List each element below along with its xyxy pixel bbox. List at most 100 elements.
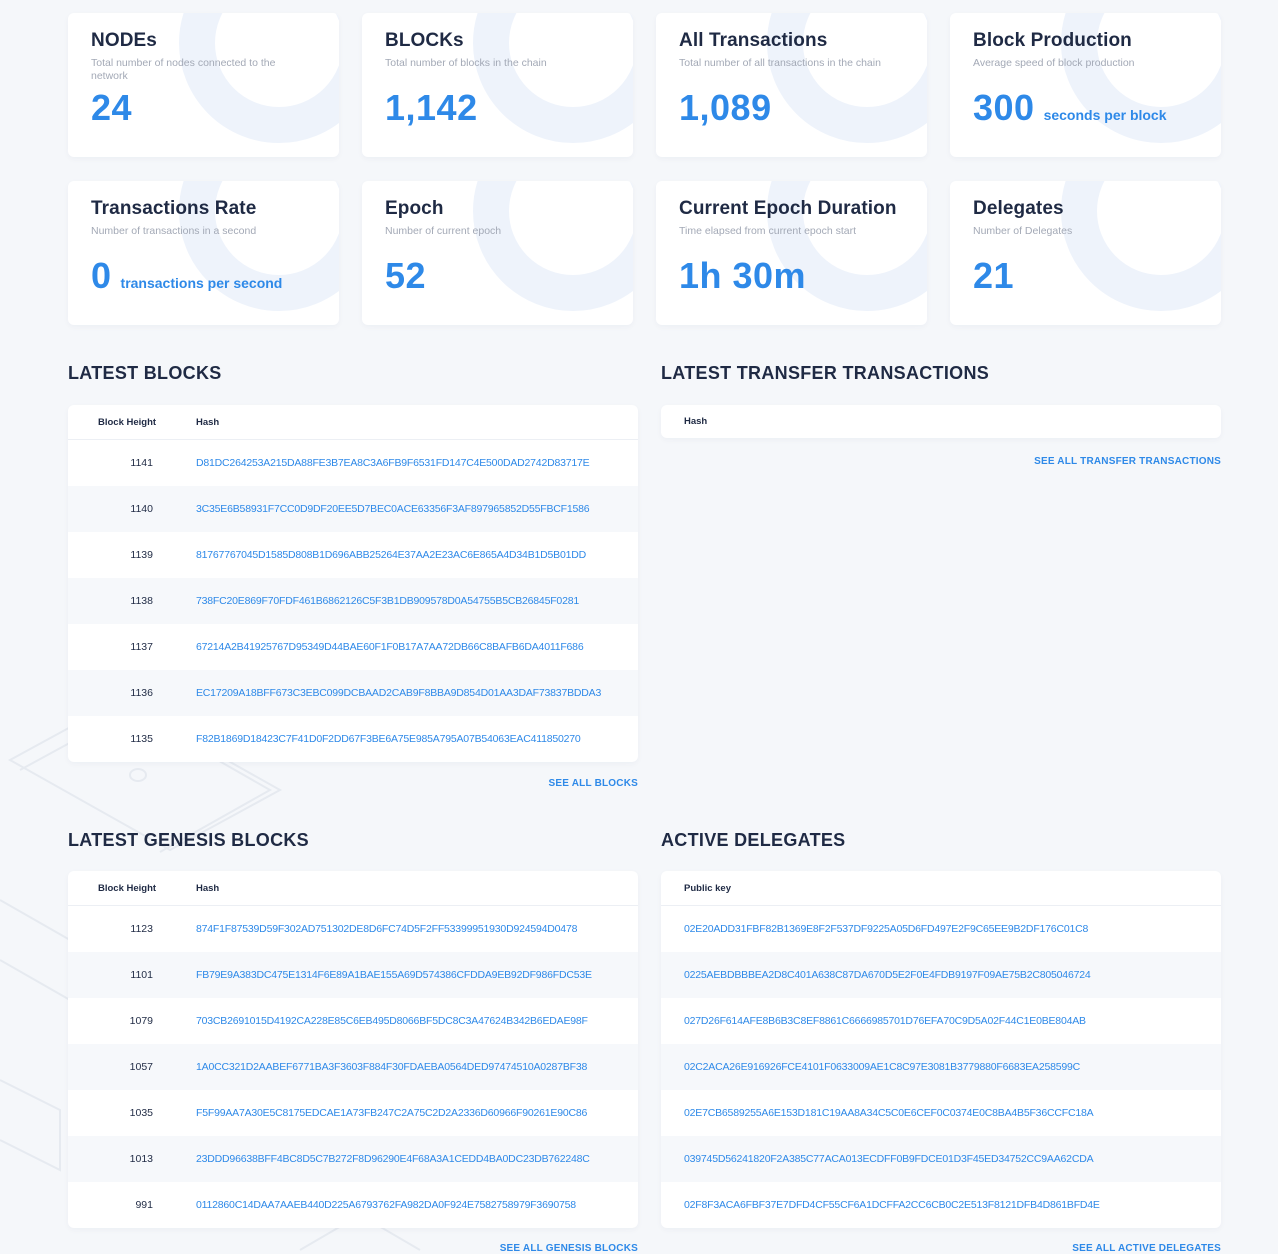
- stat-title: Transactions Rate: [91, 198, 257, 219]
- latest-blocks-title: LATEST BLOCKS: [68, 363, 222, 383]
- block-hash-link[interactable]: D81DC264253A215DA88FE3B7EA8C3A6FB9F6531F…: [196, 457, 590, 469]
- stat-title: NODEs: [91, 30, 157, 51]
- see-all-transfers-link[interactable]: SEE ALL TRANSFER TRANSACTIONS: [921, 456, 1221, 467]
- block-height: 991: [135, 1199, 153, 1211]
- stat-value: 1,089: [679, 87, 772, 128]
- stat-unit: seconds per block: [1043, 107, 1167, 123]
- block-hash-link[interactable]: FB79E9A383DC475E1314F6E89A1BAE155A69D574…: [196, 969, 592, 981]
- stat-value: 0: [91, 255, 112, 296]
- table-row: 1057 1A0CC321D2AABEF6771BA3F3603F884F30FD…: [68, 1044, 638, 1090]
- stat-value: 21: [973, 255, 1015, 296]
- table-body: 1141 D81DC264253A215DA88FE3B7EA8C3A6FB9F6…: [68, 440, 638, 762]
- stat-card-epoch: Epoch Number of current epoch 52: [362, 181, 633, 325]
- delegate-public-key-link[interactable]: 02E7CB6589255A6E153D181C19AA8A34C5C0E6CE…: [661, 1107, 1094, 1119]
- stat-card-all-transactions: All Transactions Total number of all tra…: [656, 13, 927, 157]
- block-hash-link[interactable]: 1A0CC321D2AABEF6771BA3F3603F884F30FDAEBA…: [196, 1061, 587, 1073]
- stat-description: Total number of nodes connected to the n…: [91, 57, 276, 82]
- stat-value: 24: [91, 87, 133, 128]
- block-height: 1136: [130, 687, 153, 699]
- block-hash-link[interactable]: 874F1F87539D59F302AD751302DE8D6FC74D5F2F…: [196, 923, 577, 935]
- stat-description: Number of transactions in a second: [91, 225, 257, 237]
- table-row: 1079 703CB2691015D4192CA228E85C6EB495D806…: [68, 998, 638, 1044]
- see-all-genesis-blocks-link[interactable]: SEE ALL GENESIS BLOCKS: [438, 1243, 638, 1254]
- block-height: 1135: [130, 733, 153, 745]
- stat-unit: transactions per second: [120, 275, 283, 291]
- stat-card-epoch-duration: Current Epoch Duration Time elapsed from…: [656, 181, 927, 325]
- column-header-height: Block Height: [98, 882, 157, 894]
- column-header-hash: Hash: [196, 416, 220, 428]
- block-hash-link[interactable]: 67214A2B41925767D95349D44BAE60F1F0B17A7A…: [196, 641, 584, 653]
- block-hash-link[interactable]: EC17209A18BFF673C3EBC099DCBAAD2CAB9F8BBA…: [196, 687, 601, 699]
- block-hash-link[interactable]: 703CB2691015D4192CA228E85C6EB495D8066BF5…: [196, 1015, 588, 1027]
- stat-title: Delegates: [973, 198, 1064, 219]
- table-body: 1123 874F1F87539D59F302AD751302DE8D6FC74D…: [68, 906, 638, 1228]
- table-row: 1135 F82B1869D18423C7F41D0F2DD67F3BE6A75E…: [68, 716, 638, 762]
- table-row: 1141 D81DC264253A215DA88FE3B7EA8C3A6FB9F6…: [68, 440, 638, 486]
- stat-card-nodes: NODEs Total number of nodes connected to…: [68, 13, 339, 157]
- column-header-hash: Hash: [684, 416, 708, 427]
- block-height: 1057: [129, 1061, 153, 1073]
- block-hash-link[interactable]: 0112860C14DAA7AAEB440D225A6793762FA982DA…: [196, 1199, 576, 1211]
- table-row: 02E20ADD31FBF82B1369E8F2F537DF9225A05D6F…: [661, 906, 1221, 952]
- delegate-public-key-link[interactable]: 02C2ACA26E916926FCE4101F0633009AE1C8C97E…: [661, 1061, 1080, 1073]
- genesis-blocks-table: Block Height Hash 1123 874F1F87539D59F302…: [68, 871, 638, 1228]
- see-all-blocks-link[interactable]: SEE ALL BLOCKS: [438, 778, 638, 789]
- table-header: Block Height Hash: [68, 871, 638, 906]
- delegate-public-key-link[interactable]: 0225AEBDBBBEA2D8C401A638C87DA670D5E2F0E4…: [661, 969, 1091, 981]
- block-height: 1138: [130, 595, 153, 607]
- latest-transfers-title: LATEST TRANSFER TRANSACTIONS: [661, 363, 990, 383]
- table-header: Block Height Hash: [68, 405, 638, 440]
- delegate-public-key-link[interactable]: 02F8F3ACA6FBF37E7DFD4CF55CF6A1DCFFA2CC6C…: [661, 1199, 1100, 1211]
- table-row: 1139 81767767045D1585D808B1D696ABB25264E3…: [68, 532, 638, 578]
- stat-card-delegates: Delegates Number of Delegates 21: [950, 181, 1221, 325]
- table-row: 1123 874F1F87539D59F302AD751302DE8D6FC74D…: [68, 906, 638, 952]
- stat-card-transactions-rate: Transactions Rate Number of transactions…: [68, 181, 339, 325]
- latest-transfers-table: Hash: [661, 405, 1221, 438]
- block-hash-link[interactable]: 3C35E6B58931F7CC0D9DF20EE5D7BEC0ACE63356…: [196, 503, 590, 515]
- stat-description: Total number of all transactions in the …: [679, 57, 881, 69]
- table-row: 02C2ACA26E916926FCE4101F0633009AE1C8C97E…: [661, 1044, 1221, 1090]
- table-row: 0225AEBDBBBEA2D8C401A638C87DA670D5E2F0E4…: [661, 952, 1221, 998]
- stat-title: Block Production: [973, 30, 1132, 51]
- stat-value: 1h 30m: [679, 255, 807, 296]
- stat-description: Time elapsed from current epoch start: [679, 225, 857, 237]
- stat-card-block-production: Block Production Average speed of block …: [950, 13, 1221, 157]
- table-row: 1013 23DDD96638BFF4BC8D5C7B272F8D96290E4F…: [68, 1136, 638, 1182]
- table-row: 1101 FB79E9A383DC475E1314F6E89A1BAE155A69…: [68, 952, 638, 998]
- table-row: 02E7CB6589255A6E153D181C19AA8A34C5C0E6CE…: [661, 1090, 1221, 1136]
- stat-value: 300: [973, 87, 1035, 128]
- table-row: 02F8F3ACA6FBF37E7DFD4CF55CF6A1DCFFA2CC6C…: [661, 1182, 1221, 1228]
- delegate-public-key-link[interactable]: 027D26F614AFE8B6B3C8EF8861C6666985701D76…: [661, 1015, 1086, 1027]
- table-row: 1035 F5F99AA7A30E5C8175EDCAE1A73FB247C2A7…: [68, 1090, 638, 1136]
- block-hash-link[interactable]: F5F99AA7A30E5C8175EDCAE1A73FB247C2A75C2D…: [196, 1107, 587, 1119]
- table-row: 039745D56241820F2A385C77ACA013ECDFF0B9FD…: [661, 1136, 1221, 1182]
- genesis-blocks-title: LATEST GENESIS BLOCKS: [68, 830, 309, 850]
- active-delegates-title: ACTIVE DELEGATES: [661, 830, 846, 850]
- stats-grid: NODEs Total number of nodes connected to…: [68, 13, 1222, 325]
- stat-title: BLOCKs: [385, 30, 464, 51]
- column-header-height: Block Height: [98, 416, 157, 428]
- block-hash-link[interactable]: 23DDD96638BFF4BC8D5C7B272F8D96290E4F68A3…: [196, 1153, 590, 1165]
- table-body: 02E20ADD31FBF82B1369E8F2F537DF9225A05D6F…: [661, 906, 1221, 1228]
- block-height: 1123: [130, 923, 153, 935]
- block-height: 1035: [129, 1107, 153, 1119]
- table-row: 1136 EC17209A18BFF673C3EBC099DCBAAD2CAB9F…: [68, 670, 638, 716]
- block-hash-link[interactable]: F82B1869D18423C7F41D0F2DD67F3BE6A75E985A…: [196, 733, 581, 745]
- block-height: 1140: [130, 503, 153, 515]
- block-height: 1139: [130, 549, 153, 561]
- table-row: 1137 67214A2B41925767D95349D44BAE60F1F0B1…: [68, 624, 638, 670]
- delegate-public-key-link[interactable]: 039745D56241820F2A385C77ACA013ECDFF0B9FD…: [661, 1153, 1094, 1165]
- block-height: 1013: [129, 1153, 153, 1165]
- see-all-active-delegates-link[interactable]: SEE ALL ACTIVE DELEGATES: [921, 1243, 1221, 1254]
- table-row: 991 0112860C14DAA7AAEB440D225A6793762FA98…: [68, 1182, 638, 1228]
- delegate-public-key-link[interactable]: 02E20ADD31FBF82B1369E8F2F537DF9225A05D6F…: [661, 923, 1088, 935]
- latest-blocks-table: Block Height Hash 1141 D81DC264253A215DA8…: [68, 405, 638, 762]
- block-height: 1079: [129, 1015, 153, 1027]
- stat-title: All Transactions: [679, 30, 828, 51]
- column-header-hash: Hash: [196, 882, 220, 894]
- table-header: Public key: [661, 871, 1221, 906]
- block-hash-link[interactable]: 738FC20E869F70FDF461B6862126C5F3B1DB9095…: [196, 595, 579, 607]
- block-hash-link[interactable]: 81767767045D1585D808B1D696ABB25264E37AA2…: [196, 549, 586, 561]
- stat-card-blocks: BLOCKs Total number of blocks in the cha…: [362, 13, 633, 157]
- column-header-public-key: Public key: [684, 882, 731, 894]
